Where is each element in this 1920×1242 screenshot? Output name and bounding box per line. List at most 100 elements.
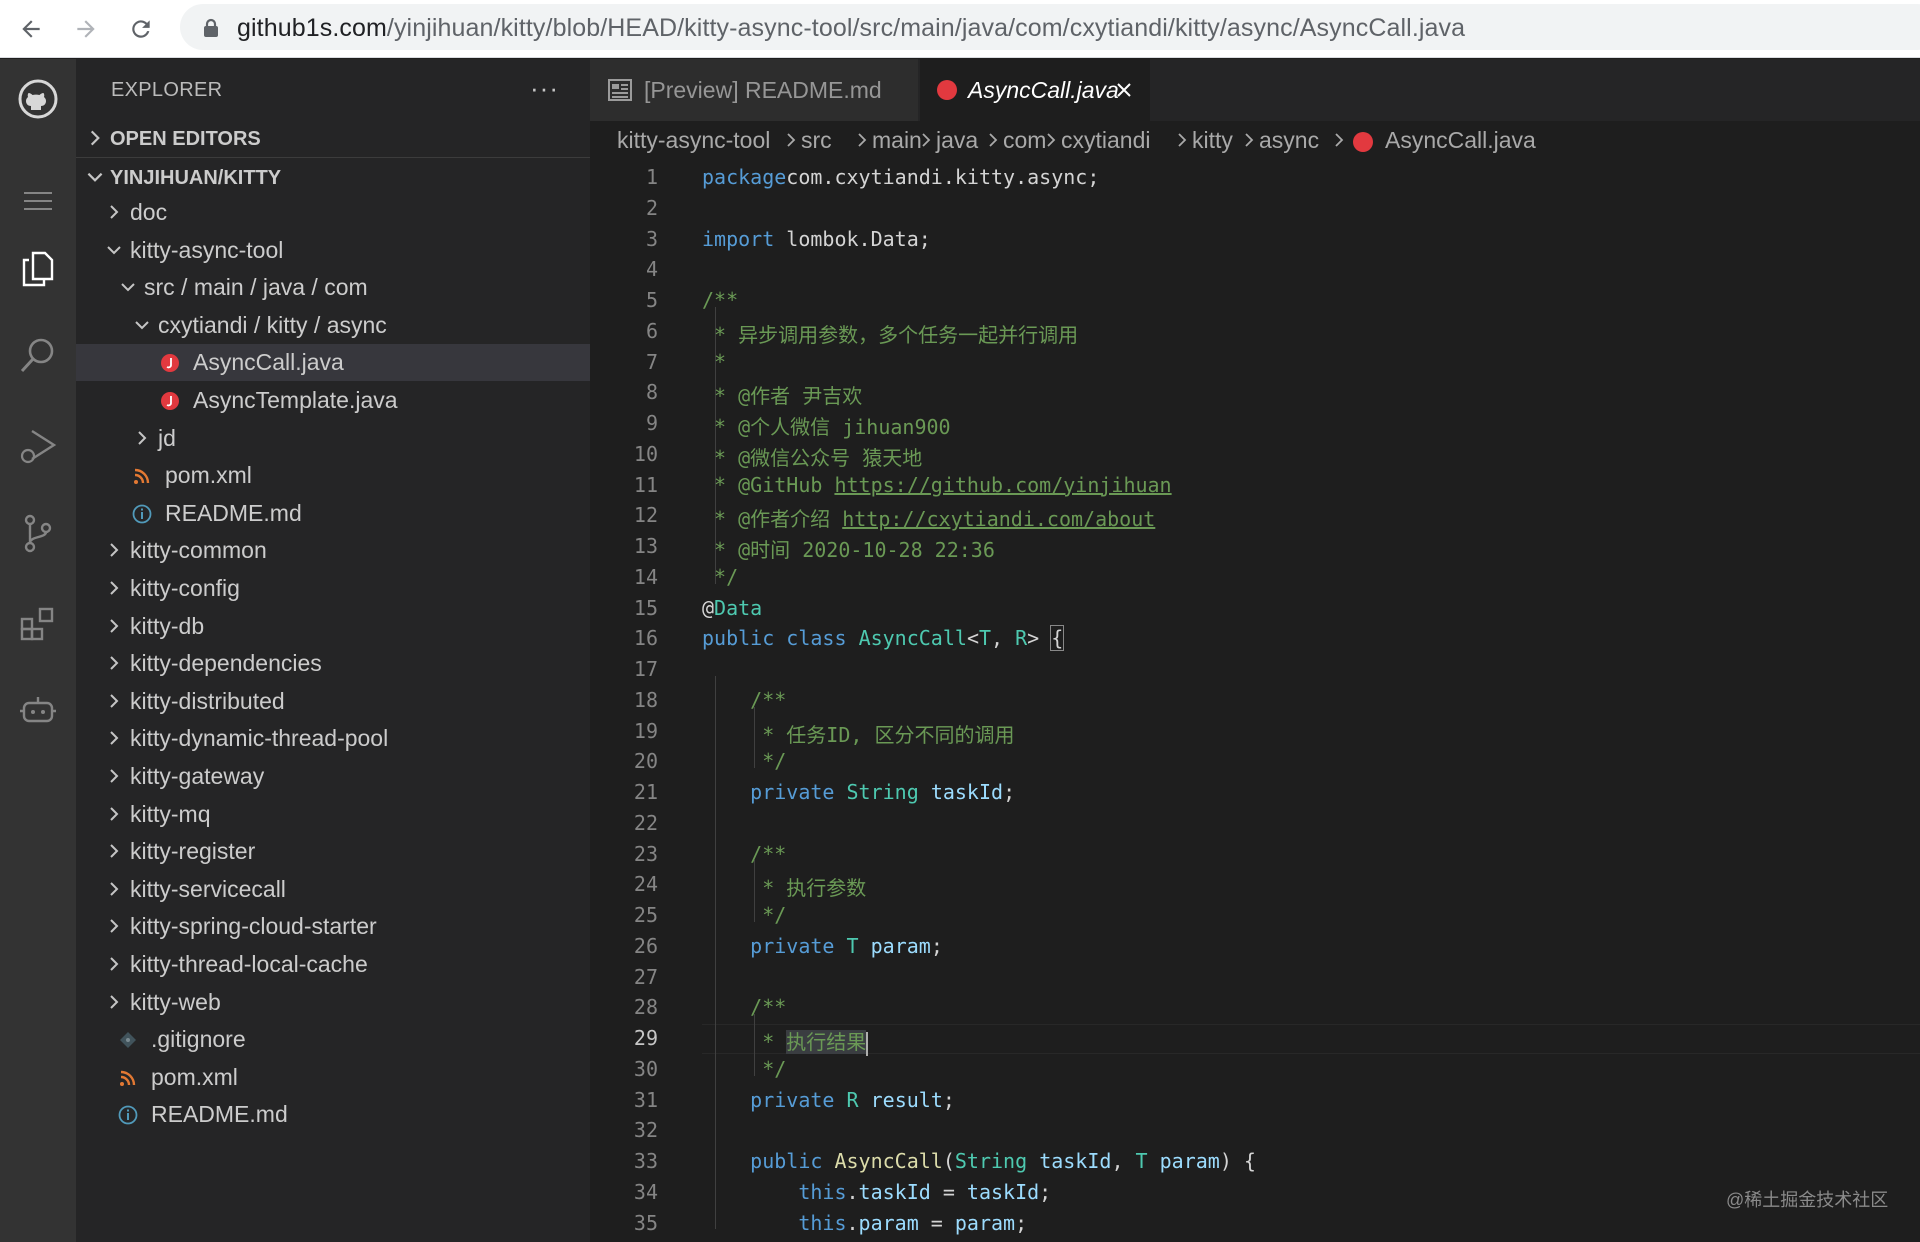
back-button[interactable] — [11, 9, 51, 49]
code-token: = — [930, 1179, 967, 1204]
code-token: > — [1027, 626, 1052, 651]
search-icon — [20, 338, 54, 373]
tree-folder[interactable]: kitty-distributed — [76, 683, 590, 720]
line-number: 10 — [633, 441, 658, 466]
breadcrumb-item[interactable]: kitty-async-tool — [617, 127, 770, 154]
remote-button[interactable] — [12, 685, 64, 737]
tree-folder[interactable]: kitty-mq — [76, 796, 590, 833]
explorer-button[interactable] — [12, 243, 64, 295]
tree-item-label: kitty-mq — [130, 800, 211, 827]
chevron-down-icon — [107, 245, 121, 255]
breadcrumb-item[interactable]: main — [872, 127, 922, 154]
code-token: . — [846, 1179, 859, 1204]
tree-folder[interactable]: doc — [76, 194, 590, 231]
tree-folder[interactable]: kitty-gateway — [76, 758, 590, 795]
breadcrumb-item[interactable]: cxytiandi — [1061, 127, 1150, 154]
chevron-right-icon — [110, 205, 119, 219]
tree-item-label: pom.xml — [165, 462, 252, 489]
source-control-button[interactable] — [12, 507, 64, 559]
code-token: * 执行参数 — [750, 876, 867, 901]
code-line: * @微信公众号 猿天地 — [702, 442, 922, 471]
tree-folder[interactable]: cxytiandi / kitty / async — [76, 307, 590, 344]
code-token: String — [954, 1149, 1028, 1173]
tree-folder[interactable]: kitty-db — [76, 608, 590, 645]
tree-folder[interactable]: kitty-common — [76, 532, 590, 569]
extensions-button[interactable] — [12, 597, 64, 649]
code-token: @ — [702, 595, 715, 620]
close-icon[interactable] — [1116, 82, 1132, 98]
tree-file[interactable]: pom.xml — [76, 1059, 590, 1096]
tab-readme-preview[interactable]: [Preview] README.md — [590, 59, 918, 121]
tree-folder[interactable]: kitty-dependencies — [76, 645, 590, 682]
tree-folder[interactable]: kitty-web — [76, 984, 590, 1021]
breadcrumb-item[interactable]: async — [1259, 127, 1319, 154]
code-editor[interactable]: 1 packagecom.cxytiandi.kitty.async; 2 3 impo… — [590, 161, 1920, 1242]
chevron-right-icon — [110, 919, 119, 934]
tree-folder[interactable]: src / main / java / com — [76, 269, 590, 306]
tree-folder[interactable]: kitty-config — [76, 570, 590, 607]
line-number: 6 — [645, 318, 658, 343]
tree-folder[interactable]: kitty-register — [76, 833, 590, 870]
code-token: AsyncCall — [858, 626, 967, 651]
line-number: 4 — [645, 257, 658, 282]
tree-file[interactable]: pom.xml — [76, 457, 590, 494]
tree-folder[interactable]: kitty-thread-local-cache — [76, 946, 590, 983]
tree-folder[interactable]: jd — [76, 420, 590, 457]
tree-file[interactable]: AsyncCall.java — [76, 344, 590, 382]
chevron-right-icon — [110, 769, 119, 783]
code-token: class — [786, 626, 847, 651]
code-token: private — [750, 933, 835, 958]
forward-button[interactable] — [66, 9, 106, 49]
breadcrumb-item[interactable]: com — [1003, 127, 1046, 154]
chevron-right-icon — [110, 543, 119, 558]
code-line: packagecom.cxytiandi.kitty.async; — [702, 165, 1099, 189]
code-line: * @个人微信 jihuan900 — [702, 411, 951, 440]
chevron-right-icon — [858, 133, 867, 147]
rss-xml-icon — [134, 468, 150, 485]
line-number: 26 — [633, 933, 658, 958]
line-number: 15 — [633, 595, 658, 620]
tree-folder[interactable]: kitty-spring-cloud-starter — [76, 908, 590, 945]
breadcrumb-item[interactable]: kitty — [1192, 127, 1233, 154]
line-number: 17 — [633, 657, 658, 681]
tree-item-label: .gitignore — [151, 1026, 246, 1053]
info-icon — [132, 504, 152, 524]
address-bar[interactable]: github1s.com/yinjihuan/kitty/blob/HEAD/k… — [180, 4, 1920, 50]
run-debug-button[interactable] — [12, 419, 64, 471]
activity-bar — [0, 59, 76, 1242]
code-token: this — [798, 1179, 847, 1204]
tree-folder[interactable]: kitty-dynamic-thread-pool — [76, 720, 590, 757]
search-button[interactable] — [12, 329, 64, 381]
code-token: ; — [1039, 1179, 1052, 1204]
tab-asynccall-java[interactable]: AsyncCall.java — [920, 59, 1150, 121]
line-number: 19 — [633, 718, 658, 743]
tree-item-label: README.md — [165, 499, 302, 526]
more-actions-button[interactable]: ··· — [530, 73, 559, 104]
code-token: * @作者 尹吉欢 — [702, 384, 863, 409]
tree-file[interactable]: README.md — [76, 495, 590, 532]
tree-file[interactable]: .gitignore — [76, 1021, 590, 1058]
breadcrumb-item[interactable]: src — [801, 127, 832, 154]
code-token: param — [1159, 1149, 1220, 1173]
open-editors-section[interactable]: OPEN EDITORS — [76, 121, 590, 157]
code-token: ; — [1003, 780, 1016, 804]
tree-folder[interactable]: kitty-servicecall — [76, 871, 590, 908]
code-token: ; — [1015, 1210, 1028, 1235]
repo-label: YINJIHUAN/KITTY — [110, 167, 282, 189]
breadcrumb-item[interactable]: AsyncCall.java — [1385, 127, 1536, 154]
reload-button[interactable] — [121, 9, 161, 49]
repo-section[interactable]: YINJIHUAN/KITTY — [76, 160, 590, 196]
breadcrumb-item[interactable]: java — [936, 127, 978, 154]
github-button[interactable] — [12, 73, 64, 125]
tree-folder[interactable]: kitty-async-tool — [76, 232, 590, 269]
code-line: * 异步调用参数，多个任务一起并行调用 — [702, 319, 1078, 348]
code-token: result — [870, 1087, 943, 1112]
tree-file[interactable]: README.md — [76, 1096, 590, 1133]
reload-icon — [132, 20, 150, 38]
code-line: /** — [702, 288, 738, 312]
chevron-right-icon — [110, 581, 119, 595]
tree-file[interactable]: AsyncTemplate.java — [76, 382, 590, 419]
menu-button[interactable] — [12, 175, 64, 227]
